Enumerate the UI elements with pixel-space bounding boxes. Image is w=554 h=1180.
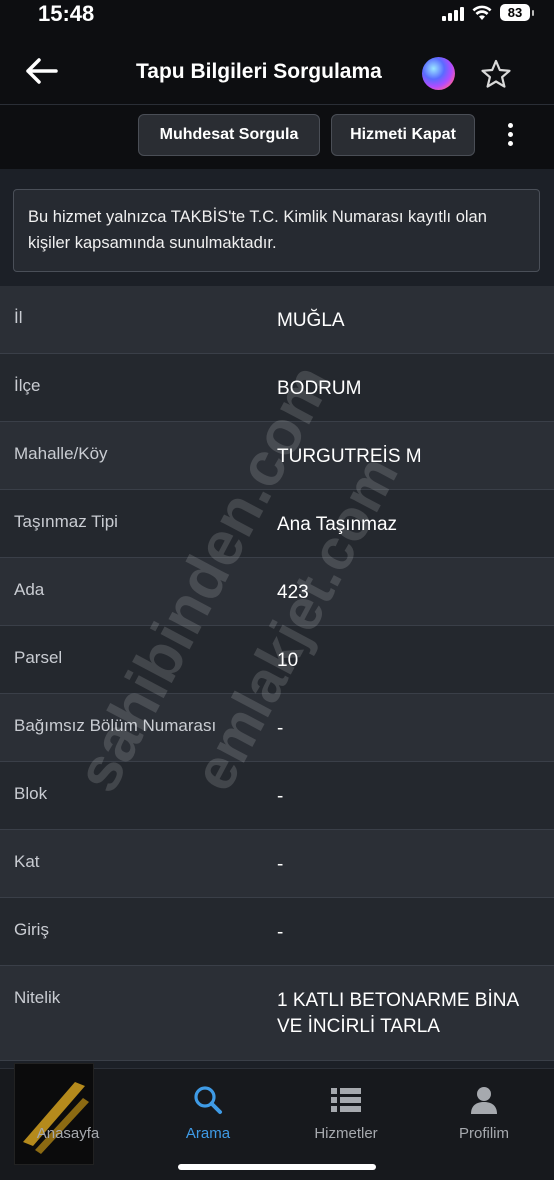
row-label: İlçe <box>14 376 41 395</box>
row-value: 1 KATLI BETONARME BİNA VE İNCİRLİ TARLA <box>277 990 519 1037</box>
nav-anasayfa[interactable]: Anasayfa <box>8 1077 128 1142</box>
battery-tip <box>532 9 534 16</box>
row-blok: Blok - <box>0 762 554 830</box>
cellular-signal-icon <box>442 5 464 21</box>
row-label: Ada <box>14 580 45 599</box>
row-kat: Kat - <box>0 830 554 898</box>
battery-icon: 83 <box>500 4 530 21</box>
wifi-icon <box>472 5 492 20</box>
info-section: Bu hizmet yalnızca TAKBİS'te T.C. Kimlik… <box>0 169 554 286</box>
hizmeti-kapat-button[interactable]: Hizmeti Kapat <box>331 114 475 156</box>
row-label: Blok <box>14 784 48 803</box>
back-arrow-icon[interactable] <box>24 56 60 86</box>
row-value: MUĞLA <box>277 310 345 331</box>
status-bar: 15:48 83 <box>0 0 554 36</box>
nav-label: Hizmetler <box>314 1125 378 1142</box>
nav-label: Profilim <box>458 1125 509 1142</box>
row-label: Nitelik <box>14 988 61 1007</box>
row-tasinmaz-tipi: Taşınmaz Tipi Ana Taşınmaz <box>0 490 554 558</box>
row-parsel: Parsel 10 <box>0 626 554 694</box>
page-title: Tapu Bilgileri Sorgulama <box>136 60 382 83</box>
muhdesat-sorgula-button[interactable]: Muhdesat Sorgula <box>138 114 320 156</box>
row-giris: Giriş - <box>0 898 554 966</box>
app-header: Tapu Bilgileri Sorgulama <box>0 36 554 105</box>
nav-profilim[interactable]: Profilim <box>424 1077 544 1142</box>
row-bagimsiz-bolum: Bağımsız Bölüm Numarası - <box>0 694 554 762</box>
nav-hizmetler[interactable]: Hizmetler <box>286 1077 406 1142</box>
row-label: Kat <box>14 852 40 871</box>
row-value: Ana Taşınmaz <box>277 514 398 535</box>
app-screen: 15:48 83 Tapu Bilgileri Sorgulama Muhdes… <box>0 0 554 1180</box>
siri-icon[interactable] <box>422 57 455 90</box>
nav-label: Anasayfa <box>36 1125 100 1142</box>
list-icon <box>331 1088 361 1112</box>
row-value: 10 <box>277 650 299 671</box>
row-label: Bağımsız Bölüm Numarası <box>14 716 217 735</box>
row-value: - <box>277 922 284 943</box>
row-label: Mahalle/Köy <box>14 444 108 463</box>
favorite-star-icon[interactable] <box>480 58 512 90</box>
home-indicator <box>178 1164 376 1170</box>
row-label: Giriş <box>14 920 49 939</box>
row-label: Parsel <box>14 648 63 667</box>
row-value: 423 <box>277 582 309 603</box>
more-options-icon[interactable] <box>500 123 520 149</box>
row-value: TURGUTREİS M <box>277 446 422 467</box>
nav-label: Arama <box>185 1125 231 1142</box>
row-nitelik: Nitelik 1 KATLI BETONARME BİNA VE İNCİRL… <box>0 966 554 1061</box>
info-notice: Bu hizmet yalnızca TAKBİS'te T.C. Kimlik… <box>13 189 540 272</box>
search-icon <box>194 1086 222 1114</box>
row-ilce: İlçe BODRUM <box>0 354 554 422</box>
row-value: - <box>277 786 284 807</box>
user-profile-icon <box>471 1087 497 1114</box>
row-label: İl <box>14 308 23 327</box>
row-il: İl MUĞLA <box>0 286 554 354</box>
action-toolbar: Muhdesat Sorgula Hizmeti Kapat <box>0 105 554 169</box>
deed-info-table: İl MUĞLA İlçe BODRUM Mahalle/Köy TURGUTR… <box>0 286 554 1061</box>
row-ada: Ada 423 <box>0 558 554 626</box>
status-time: 15:48 <box>38 1 95 26</box>
row-value: - <box>277 854 284 875</box>
status-icons: 83 <box>442 4 534 21</box>
row-label: Taşınmaz Tipi <box>14 512 118 531</box>
row-value: BODRUM <box>277 378 362 399</box>
row-value: - <box>277 718 284 739</box>
row-mahalle: Mahalle/Köy TURGUTREİS M <box>0 422 554 490</box>
bottom-navigation: Anasayfa Arama Hizmetler Profilim <box>0 1063 554 1180</box>
nav-arama[interactable]: Arama <box>148 1077 268 1142</box>
